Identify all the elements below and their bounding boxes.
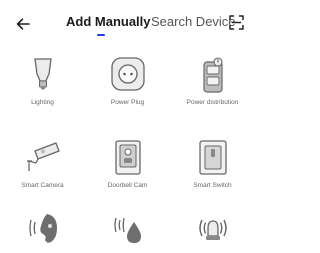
tab-add-manually[interactable]: Add Manually — [66, 14, 151, 29]
device-item-doorbell-cam[interactable]: Doorbell Cam — [85, 137, 170, 190]
active-tab-indicator — [97, 34, 105, 36]
device-item-smart-switch[interactable]: Smart Switch — [170, 137, 255, 190]
device-item-power-distribution[interactable]: Power distribution — [170, 54, 255, 107]
water-leak-sensor-icon — [113, 217, 141, 243]
smart-switch-icon — [198, 140, 227, 175]
sound-sensor-icon — [28, 214, 57, 243]
device-item-label: Smart Camera — [21, 182, 64, 189]
top-bar: Add Manually Search Device — [0, 0, 255, 40]
device-item-sound-sensor[interactable] — [0, 208, 85, 253]
smart-camera-icon — [26, 142, 60, 171]
device-item-label: Doorbell Cam — [107, 182, 148, 189]
device-item-label: Smart Switch — [193, 182, 232, 189]
device-item-power-plug[interactable]: Power Plug — [85, 54, 170, 107]
scan-button[interactable] — [229, 15, 244, 30]
device-item-smart-camera[interactable]: Smart Camera — [0, 137, 85, 190]
device-item-water-leak-sensor[interactable] — [85, 208, 170, 253]
device-item-label: Lighting — [31, 99, 54, 106]
tab-search-device[interactable]: Search Device — [151, 14, 236, 29]
arrow-left-icon — [16, 18, 30, 30]
back-button[interactable] — [15, 16, 31, 32]
device-item-lighting[interactable]: Lighting — [0, 54, 85, 107]
device-item-label: Power Plug — [110, 99, 145, 106]
power-plug-icon — [110, 57, 145, 91]
device-item-label: Power distribution — [186, 99, 239, 106]
device-item-alarm-siren[interactable] — [170, 208, 255, 253]
doorbell-cam-icon — [114, 140, 141, 175]
power-strip-icon — [202, 57, 223, 93]
alarm-siren-icon — [198, 219, 227, 240]
scan-frame-icon — [229, 15, 244, 30]
light-bulb-icon — [33, 58, 52, 90]
